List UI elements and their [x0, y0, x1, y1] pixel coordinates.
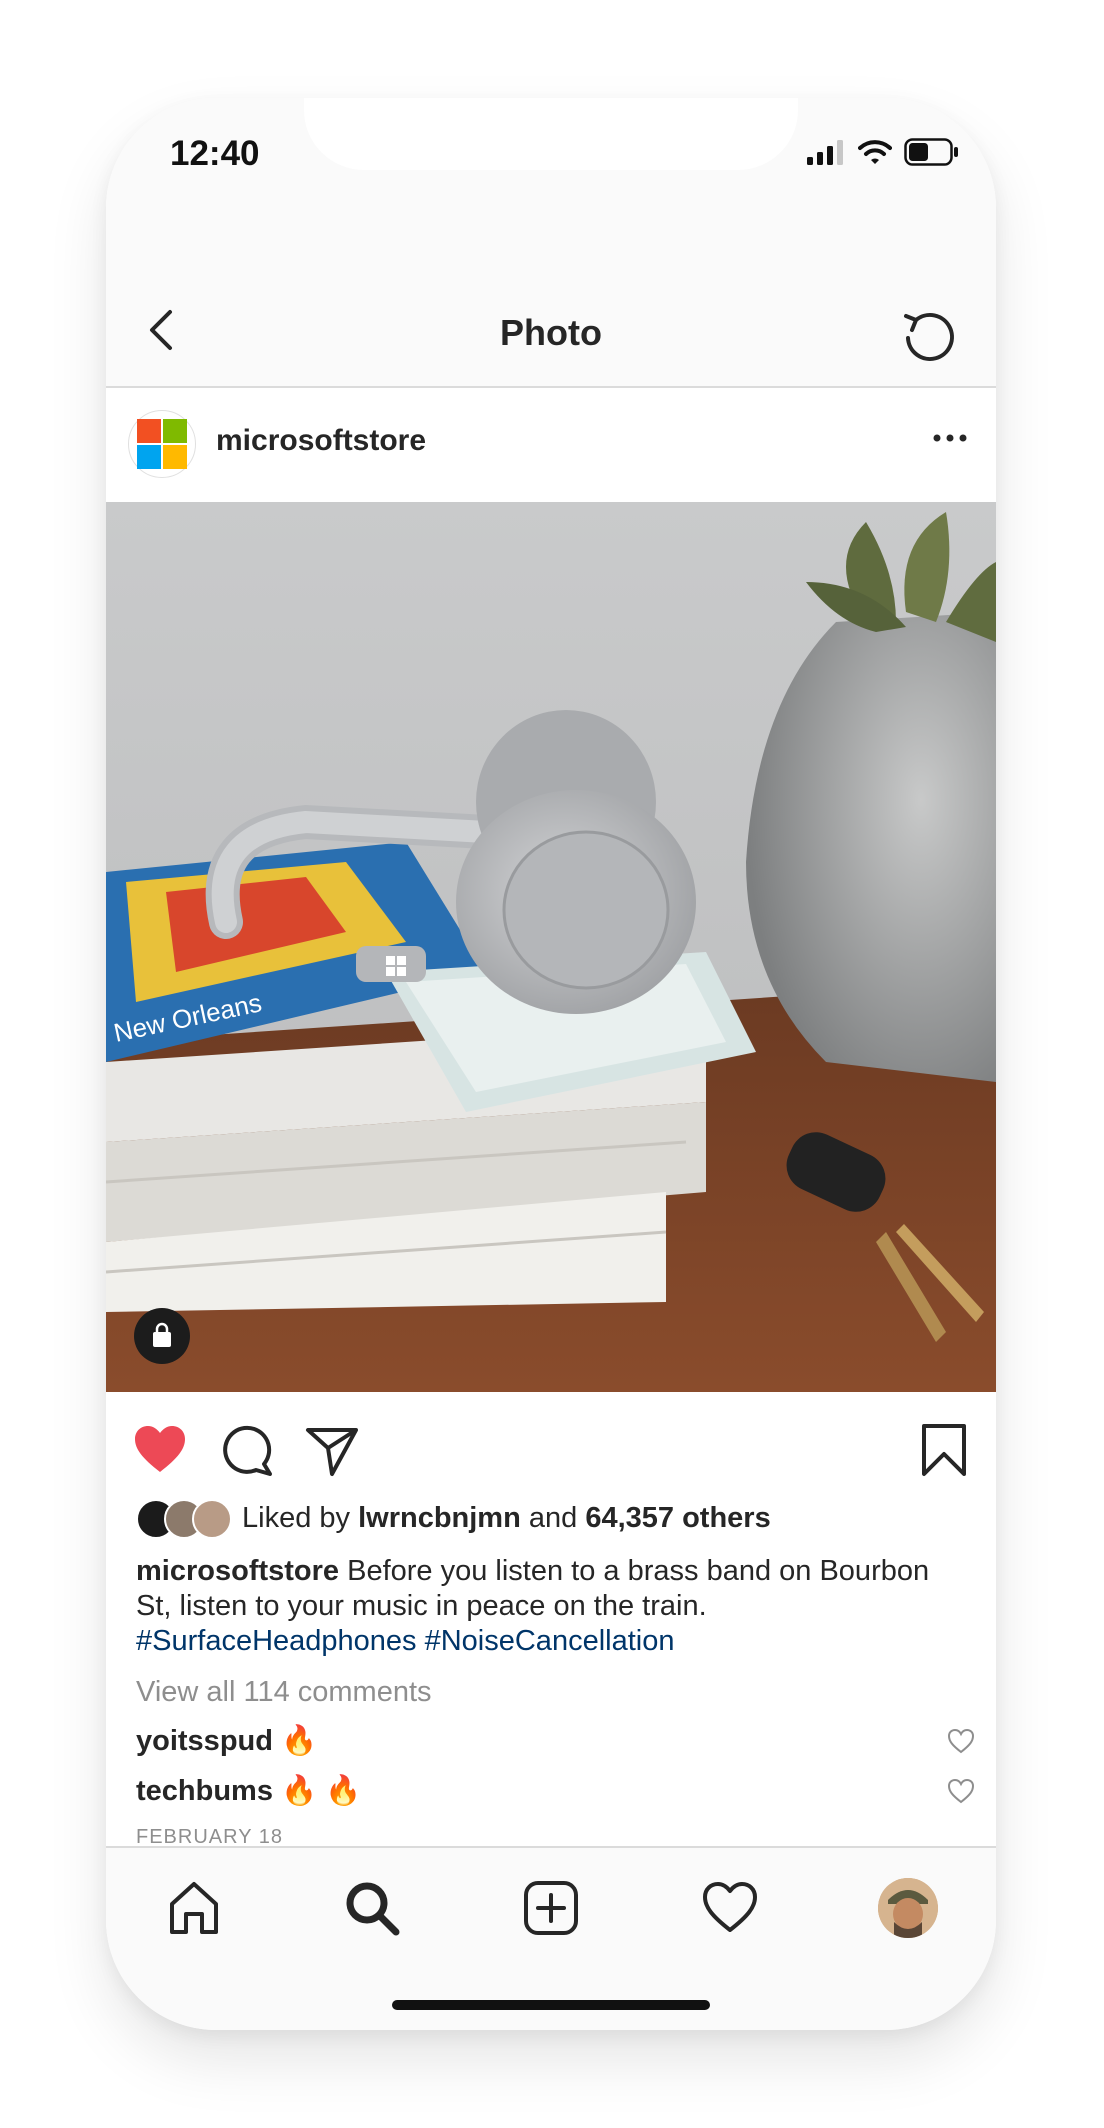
liker-avatars — [136, 1499, 232, 1539]
view-all-comments-link[interactable]: View all 114 comments — [136, 1676, 432, 1709]
nav-bar: Photo — [106, 268, 996, 388]
comment-item: techbums 🔥 🔥 — [136, 1774, 976, 1808]
likes-connector: and — [528, 1501, 578, 1534]
comment-like-heart-icon[interactable] — [946, 1776, 976, 1806]
home-icon[interactable] — [164, 1878, 224, 1938]
battery-icon — [904, 138, 958, 166]
shopping-bag-icon[interactable] — [134, 1308, 190, 1364]
comment-icon[interactable] — [218, 1422, 274, 1478]
new-post-icon[interactable] — [521, 1878, 581, 1938]
post-avatar[interactable] — [128, 410, 196, 478]
comment-like-heart-icon[interactable] — [946, 1726, 976, 1756]
screen: 12:40 Photo microsoftstore New Orleans L… — [106, 98, 996, 2030]
likes-summary[interactable]: Liked by lwrncbnjmn and 64,357 others — [136, 1498, 771, 1539]
share-icon[interactable] — [304, 1422, 360, 1478]
caption-author[interactable]: microsoftstore — [136, 1555, 339, 1587]
status-bar: 12:40 — [106, 98, 996, 268]
wifi-icon — [858, 140, 892, 164]
avatar — [192, 1499, 232, 1539]
likes-prefix: Liked by — [242, 1501, 351, 1534]
status-time: 12:40 — [170, 134, 260, 173]
refresh-icon[interactable] — [902, 308, 956, 362]
post-username[interactable]: microsoftstore — [216, 424, 426, 458]
heart-icon[interactable] — [132, 1422, 188, 1478]
activity-heart-icon[interactable] — [700, 1878, 760, 1938]
bookmark-icon[interactable] — [916, 1422, 972, 1478]
phone-frame: 12:40 Photo microsoftstore New Orleans L… — [106, 98, 996, 2030]
post-header: microsoftstore — [106, 388, 996, 502]
signal-icon — [807, 140, 843, 165]
profile-avatar[interactable] — [878, 1878, 938, 1938]
photo-illustration: New Orleans — [106, 502, 996, 1392]
more-options-icon[interactable] — [932, 428, 968, 448]
comment-username[interactable]: techbums — [136, 1775, 273, 1807]
likes-user-link[interactable]: lwrncbnjmn — [358, 1502, 521, 1534]
search-icon[interactable] — [342, 1878, 402, 1938]
status-icons — [806, 138, 960, 166]
comment-username[interactable]: yoitsspud — [136, 1725, 273, 1757]
home-indicator[interactable] — [392, 2000, 710, 2010]
caption-hashtags[interactable]: #SurfaceHeadphones #NoiseCancellation — [136, 1625, 674, 1657]
notch — [304, 98, 798, 170]
likes-text: Liked by lwrncbnjmn and 64,357 others — [242, 1502, 771, 1535]
post-caption: microsoftstore Before you listen to a br… — [136, 1554, 966, 1659]
comment-text: 🔥 🔥 — [281, 1775, 362, 1807]
comment-item: yoitsspud 🔥 — [136, 1724, 976, 1758]
post-photo[interactable]: New Orleans — [106, 502, 996, 1392]
likes-count-link[interactable]: 64,357 others — [585, 1502, 770, 1534]
page-title: Photo — [500, 312, 602, 353]
post-actions — [106, 1392, 996, 1502]
comment-text: 🔥 — [281, 1725, 318, 1757]
microsoft-logo-icon — [137, 419, 187, 469]
